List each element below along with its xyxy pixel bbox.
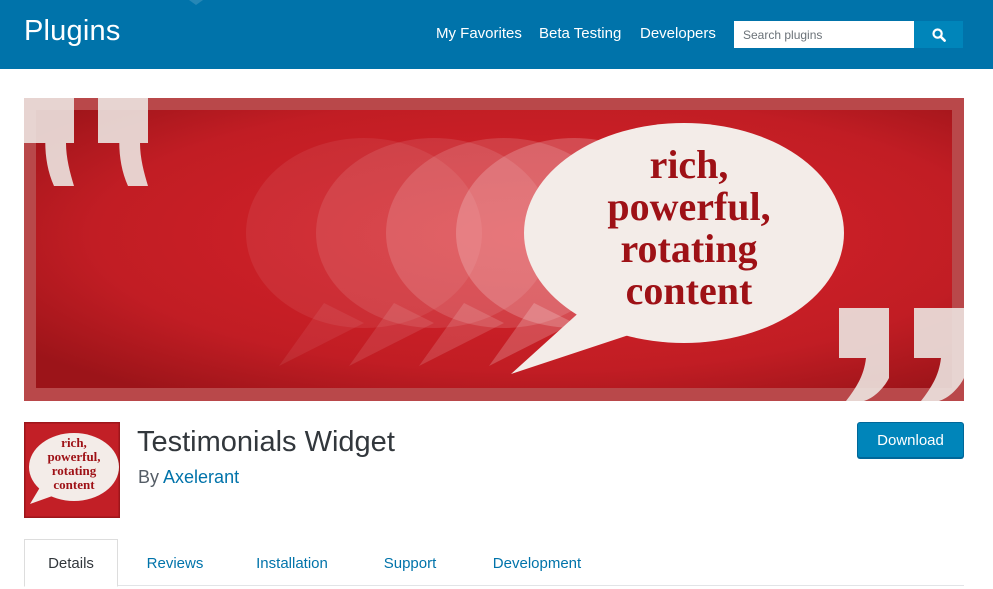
tab-support[interactable]: Support: [366, 539, 454, 587]
author-link[interactable]: Axelerant: [163, 467, 239, 487]
search-input[interactable]: [734, 21, 914, 48]
nav-my-favorites[interactable]: My Favorites: [436, 25, 522, 45]
svg-text:powerful,: powerful,: [607, 184, 770, 229]
svg-text:rotating: rotating: [620, 226, 757, 271]
plugin-title: Testimonials Widget: [137, 426, 395, 458]
nav-developers[interactable]: Developers: [640, 25, 716, 45]
tab-details[interactable]: Details: [24, 539, 118, 587]
search-icon: [931, 27, 946, 42]
svg-text:content: content: [626, 268, 753, 313]
site-header: Plugins My Favorites Beta Testing Develo…: [0, 0, 993, 69]
svg-text:rich,: rich,: [650, 142, 729, 187]
tab-reviews[interactable]: Reviews: [130, 539, 220, 587]
nav-beta-testing[interactable]: Beta Testing: [539, 25, 621, 45]
plugin-banner: rich, powerful, rotating content: [24, 98, 964, 401]
header-notch: [189, 0, 203, 5]
search-button[interactable]: [914, 21, 963, 48]
svg-text:rich,: rich,: [61, 435, 87, 450]
tab-installation[interactable]: Installation: [240, 539, 344, 587]
site-title[interactable]: Plugins: [24, 15, 121, 48]
svg-text:content: content: [53, 477, 95, 492]
byline-prefix: By: [138, 467, 160, 487]
svg-text:rotating: rotating: [52, 463, 97, 478]
plugin-byline: By Axelerant: [138, 467, 239, 488]
svg-text:powerful,: powerful,: [47, 449, 100, 464]
tab-development[interactable]: Development: [478, 539, 596, 587]
download-button[interactable]: Download: [857, 422, 964, 458]
plugin-icon: rich, powerful, rotating content: [24, 422, 120, 518]
